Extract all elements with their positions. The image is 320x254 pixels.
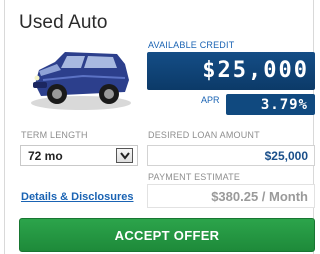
available-credit-label: AVAILABLE CREDIT [148,40,235,50]
apr-label: APR [201,95,220,105]
accept-offer-button[interactable]: ACCEPT OFFER [19,218,315,252]
apr-display: 3.79% [226,94,315,115]
desired-loan-amount-label: DESIRED LOAN AMOUNT [148,130,260,140]
car-icon [25,40,137,114]
payment-estimate-display: $380.25 / Month [147,184,315,208]
term-length-select[interactable]: 72 mo [20,145,138,166]
desired-loan-amount-value: $25,000 [264,149,308,163]
term-length-label: TERM LENGTH [21,130,88,140]
details-disclosures-link[interactable]: Details & Disclosures [21,191,134,203]
chevron-down-icon[interactable] [116,148,133,163]
loan-offer-card: Used Auto AVAILABLE CREDIT $25,000 APR 3… [4,0,315,254]
term-length-value: 72 mo [28,149,63,163]
apr-value: 3.79% [260,97,308,113]
payment-estimate-label: PAYMENT ESTIMATE [148,172,241,182]
desired-loan-amount-input[interactable]: $25,000 [147,145,315,166]
offer-title: Used Auto [19,12,108,33]
available-credit-value: $25,000 [202,58,309,83]
payment-estimate-value: $380.25 / Month [211,189,308,204]
available-credit-display: $25,000 [147,52,315,90]
